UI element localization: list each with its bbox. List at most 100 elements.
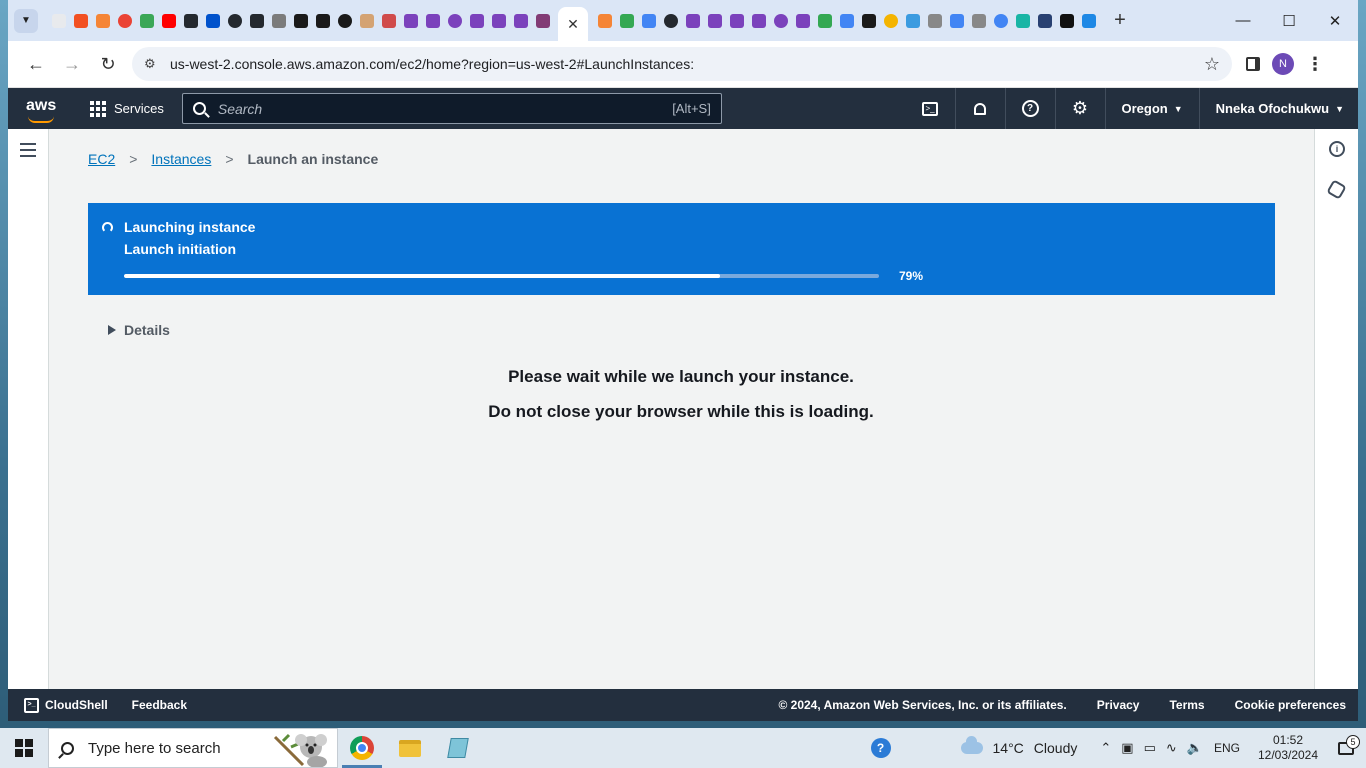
weather-temp[interactable]: 14°C bbox=[993, 740, 1024, 756]
wifi-icon[interactable]: ∿ bbox=[1166, 740, 1177, 756]
new-tab-button[interactable]: + bbox=[1108, 9, 1132, 32]
account-menu[interactable]: Nneka Ofochukwu ▼ bbox=[1200, 88, 1348, 129]
tab-favicon-icon[interactable] bbox=[92, 0, 114, 41]
omnibox[interactable]: ⚙ us-west-2.console.aws.amazon.com/ec2/h… bbox=[132, 47, 1232, 81]
browser-menu-icon[interactable]: ⋮ bbox=[1306, 54, 1324, 75]
side-panel-icon[interactable] bbox=[1246, 57, 1260, 71]
tab-favicon-icon[interactable] bbox=[770, 0, 792, 41]
breadcrumb-instances[interactable]: Instances bbox=[151, 151, 211, 167]
forward-icon[interactable]: → bbox=[54, 46, 90, 82]
tab-favicon-icon[interactable] bbox=[466, 0, 488, 41]
tab-favicon-icon[interactable] bbox=[532, 0, 554, 41]
bookmark-star-icon[interactable]: ☆ bbox=[1204, 54, 1220, 75]
meet-now-icon[interactable]: ▣ bbox=[1121, 740, 1133, 756]
reload-icon[interactable]: ↻ bbox=[90, 46, 126, 82]
tab-favicon-icon[interactable] bbox=[946, 0, 968, 41]
tab-favicon-icon[interactable] bbox=[616, 0, 638, 41]
taskbar-notepad[interactable] bbox=[434, 728, 482, 768]
aws-logo[interactable]: aws bbox=[26, 97, 60, 123]
tab-favicon-icon[interactable] bbox=[488, 0, 510, 41]
tab-favicon-icon[interactable] bbox=[422, 0, 444, 41]
tab-favicon-icon[interactable] bbox=[902, 0, 924, 41]
taskbar-chrome[interactable] bbox=[338, 728, 386, 768]
notifications-button[interactable] bbox=[956, 88, 1006, 129]
tab-search-dropdown-icon[interactable]: ▼ bbox=[14, 8, 38, 33]
battery-icon[interactable]: ▭ bbox=[1144, 740, 1156, 756]
region-selector[interactable]: Oregon ▼ bbox=[1106, 88, 1200, 129]
tab-favicon-icon[interactable] bbox=[880, 0, 902, 41]
footer-cloudshell-link[interactable]: CloudShell bbox=[45, 698, 108, 712]
tab-favicon-icon[interactable] bbox=[748, 0, 770, 41]
info-icon[interactable]: i bbox=[1329, 141, 1345, 157]
tab-favicon-icon[interactable] bbox=[334, 0, 356, 41]
hexagon-icon[interactable] bbox=[1326, 179, 1347, 200]
aws-search-input[interactable] bbox=[217, 100, 673, 117]
footer-terms-link[interactable]: Terms bbox=[1169, 698, 1204, 712]
tab-favicon-icon[interactable] bbox=[594, 0, 616, 41]
maximize-icon[interactable]: ☐ bbox=[1266, 0, 1312, 41]
tab-favicon-icon[interactable] bbox=[792, 0, 814, 41]
tab-favicon-icon[interactable] bbox=[704, 0, 726, 41]
tab-favicon-icon[interactable] bbox=[158, 0, 180, 41]
close-window-icon[interactable]: ✕ bbox=[1312, 0, 1358, 41]
tab-favicon-icon[interactable] bbox=[378, 0, 400, 41]
get-help-icon[interactable]: ? bbox=[870, 738, 891, 758]
footer-cookie-link[interactable]: Cookie preferences bbox=[1235, 698, 1346, 712]
tab-favicon-icon[interactable] bbox=[136, 0, 158, 41]
services-menu[interactable]: Services bbox=[90, 100, 164, 117]
start-button[interactable] bbox=[0, 728, 48, 768]
weather-desc[interactable]: Cloudy bbox=[1034, 740, 1078, 756]
details-expander[interactable]: Details bbox=[108, 322, 170, 338]
clock[interactable]: 01:52 12/03/2024 bbox=[1250, 733, 1326, 763]
taskbar-search[interactable]: Type here to search bbox=[48, 728, 338, 768]
chevron-up-icon[interactable]: ⌃ bbox=[1100, 740, 1111, 756]
tab-favicon-icon[interactable] bbox=[202, 0, 224, 41]
active-tab-close-icon[interactable]: ✕ bbox=[558, 7, 588, 41]
footer-privacy-link[interactable]: Privacy bbox=[1097, 698, 1140, 712]
tab-favicon-icon[interactable] bbox=[1078, 0, 1100, 41]
tab-favicon-icon[interactable] bbox=[312, 0, 334, 41]
tab-favicon-icon[interactable] bbox=[224, 0, 246, 41]
tab-favicon-icon[interactable] bbox=[638, 0, 660, 41]
help-button[interactable]: ? bbox=[1006, 88, 1056, 129]
hamburger-menu-icon[interactable] bbox=[20, 143, 36, 161]
tab-favicon-icon[interactable] bbox=[968, 0, 990, 41]
back-icon[interactable]: ← bbox=[18, 46, 54, 82]
tab-favicon-icon[interactable] bbox=[836, 0, 858, 41]
tab-favicon-icon[interactable] bbox=[814, 0, 836, 41]
tab-favicon-icon[interactable] bbox=[1056, 0, 1078, 41]
cloudshell-button[interactable]: >_ bbox=[906, 88, 956, 129]
tab-favicon-icon[interactable] bbox=[70, 0, 92, 41]
minimize-icon[interactable]: — bbox=[1220, 0, 1266, 41]
tab-favicon-icon[interactable] bbox=[246, 0, 268, 41]
profile-avatar[interactable]: N bbox=[1272, 53, 1294, 75]
footer-feedback-link[interactable]: Feedback bbox=[132, 698, 187, 712]
tab-favicon-icon[interactable] bbox=[1012, 0, 1034, 41]
tab-favicon-icon[interactable] bbox=[726, 0, 748, 41]
tab-favicon-icon[interactable] bbox=[660, 0, 682, 41]
tab-favicon-icon[interactable] bbox=[444, 0, 466, 41]
tab-favicon-icon[interactable] bbox=[858, 0, 880, 41]
volume-icon[interactable]: 🔈 bbox=[1187, 740, 1203, 756]
tab-favicon-icon[interactable] bbox=[924, 0, 946, 41]
notification-center[interactable]: 5 bbox=[1326, 734, 1366, 755]
taskbar-file-explorer[interactable] bbox=[386, 728, 434, 768]
aws-search-box[interactable]: [Alt+S] bbox=[181, 93, 722, 124]
tab-favicon-icon[interactable] bbox=[400, 0, 422, 41]
tab-favicon-icon[interactable] bbox=[290, 0, 312, 41]
right-utility-rail: i bbox=[1314, 129, 1358, 689]
tab-favicon-icon[interactable] bbox=[990, 0, 1012, 41]
tab-favicon-icon[interactable] bbox=[114, 0, 136, 41]
tab-favicon-icon[interactable] bbox=[1034, 0, 1056, 41]
breadcrumb-ec2[interactable]: EC2 bbox=[88, 151, 115, 167]
settings-button[interactable]: ⚙ bbox=[1056, 88, 1106, 129]
url-text[interactable]: us-west-2.console.aws.amazon.com/ec2/hom… bbox=[170, 56, 1204, 72]
tab-favicon-icon[interactable] bbox=[682, 0, 704, 41]
tab-favicon-icon[interactable] bbox=[268, 0, 290, 41]
site-info-icon[interactable]: ⚙ bbox=[144, 56, 166, 72]
tab-favicon-icon[interactable] bbox=[356, 0, 378, 41]
tab-favicon-icon[interactable] bbox=[180, 0, 202, 41]
tab-favicon-icon[interactable] bbox=[510, 0, 532, 41]
language-indicator[interactable]: ENG bbox=[1214, 741, 1240, 755]
tab-favicon-icon[interactable] bbox=[48, 0, 70, 41]
